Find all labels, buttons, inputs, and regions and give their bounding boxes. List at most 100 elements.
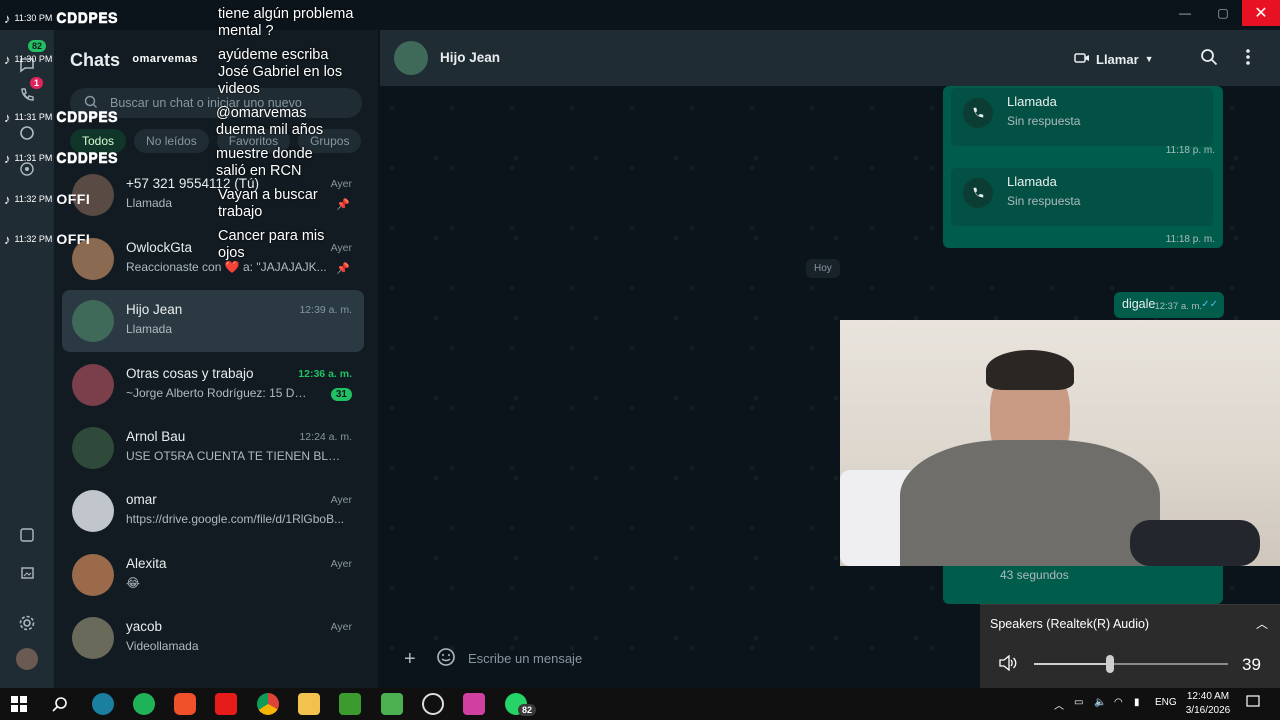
- call-button[interactable]: Llamar ▼: [1074, 46, 1172, 72]
- tiktok-row: ♪ 11:31 PM 𝐂𝐃𝐃𝐏𝐄𝐒: [4, 148, 118, 168]
- chat-name: omar: [126, 492, 157, 507]
- avatar: [72, 617, 114, 659]
- tiktok-icon: ♪: [4, 10, 11, 26]
- tiktok-icon: ♪: [4, 51, 11, 67]
- volume-slider[interactable]: [1034, 655, 1228, 673]
- chat-preview: Reaccionaste con ❤️ a: "JAJAJAJK...: [126, 260, 327, 274]
- message-input[interactable]: Escribe un mensaje: [448, 636, 988, 680]
- clock-time: 12:40 AM: [1186, 691, 1230, 702]
- chat-item-otras-cosas[interactable]: Otras cosas y trabajo 12:36 a. m. ~Jorge…: [62, 354, 364, 416]
- starred-icon[interactable]: [16, 524, 38, 546]
- chat-item-arnol-bau[interactable]: Arnol Bau 12:24 a. m. USE OT5RA CUENTA T…: [62, 417, 364, 479]
- chevron-up-icon[interactable]: ︿: [1256, 615, 1268, 632]
- brave-icon[interactable]: [174, 693, 196, 715]
- chat-time: Ayer: [330, 621, 352, 633]
- filter-unread[interactable]: No leídos: [134, 129, 209, 153]
- chat-item-yacob[interactable]: yacob Ayer Videollamada: [62, 607, 364, 669]
- chat-name: Alexita: [126, 556, 167, 571]
- video-camera-icon: [1074, 52, 1090, 67]
- chat-item-hijo-jean[interactable]: Hijo Jean 12:39 a. m. Llamada: [62, 290, 364, 352]
- backpack: [1130, 520, 1260, 566]
- nvidia-icon[interactable]: [339, 693, 361, 715]
- contact-avatar[interactable]: [394, 41, 428, 75]
- tiktok-time: 11:30 PM: [14, 54, 53, 64]
- tiktok-icon: ♪: [4, 191, 11, 207]
- calls-badge: 1: [30, 77, 44, 89]
- app-icon-pink[interactable]: [463, 693, 485, 715]
- tiktok-time: 11:32 PM: [14, 234, 53, 244]
- profile-avatar[interactable]: [16, 648, 38, 670]
- file-explorer-icon[interactable]: [298, 693, 320, 715]
- app-icon-red[interactable]: [215, 693, 237, 715]
- tray-chevron-icon[interactable]: ︿: [1054, 697, 1064, 712]
- tiktok-row: ♪ 11:30 PM 𝐂𝐃𝐃𝐏𝐄𝐒: [4, 8, 118, 28]
- volume-slider-thumb[interactable]: [1105, 655, 1114, 673]
- call-subtitle: Sin respuesta: [1007, 194, 1081, 208]
- tiktok-time: 11:32 PM: [14, 194, 53, 204]
- chat-preview: https://drive.google.com/file/d/1RlGboB.…: [126, 512, 345, 526]
- chrome-icon[interactable]: [257, 693, 279, 715]
- maximize-button[interactable]: ▢: [1204, 0, 1242, 26]
- settings-icon[interactable]: [16, 612, 38, 634]
- battery-icon[interactable]: ▭: [1074, 697, 1083, 708]
- search-icon[interactable]: [49, 693, 71, 715]
- menu-dots-icon[interactable]: [1246, 48, 1250, 71]
- call-message-bubble: Llamada Sin respuesta 11:18 p. m.: [943, 164, 1223, 248]
- app-icon-green[interactable]: [133, 693, 155, 715]
- tiktok-username: OFFI: [56, 231, 91, 247]
- android-icon[interactable]: [381, 693, 403, 715]
- chat-time: 12:39 a. m.: [299, 304, 352, 316]
- notifications-icon[interactable]: [1246, 695, 1260, 712]
- tiktok-comment: muestre donde salió en RCN: [216, 146, 313, 179]
- message-text: digale: [1122, 297, 1156, 311]
- avatar: [72, 364, 114, 406]
- chevron-down-icon: ▼: [1144, 54, 1154, 64]
- microphone-icon[interactable]: ▮: [1134, 697, 1140, 708]
- attach-plus-icon[interactable]: +: [404, 648, 416, 671]
- minimize-button[interactable]: —: [1166, 0, 1204, 26]
- tiktok-comment: ayúdeme escriba José Gabriel en los vide…: [218, 47, 343, 97]
- volume-value: 39: [1242, 655, 1261, 674]
- volume-flyout: Speakers (Realtek(R) Audio) ︿ 39: [980, 604, 1280, 688]
- video-call-feed[interactable]: [840, 320, 1280, 566]
- tiktok-row: ♪ 11:31 PM 𝐂𝐃𝐃𝐏𝐄𝐒: [4, 107, 118, 127]
- chat-time: Ayer: [330, 558, 352, 570]
- edge-icon[interactable]: [92, 693, 114, 715]
- search-icon[interactable]: [1200, 48, 1218, 71]
- tiktok-username: omarvemas: [132, 53, 199, 65]
- obs-icon[interactable]: [422, 693, 444, 715]
- language-indicator[interactable]: ENG: [1155, 697, 1177, 708]
- speaker-icon[interactable]: [998, 654, 1018, 676]
- tiktok-comment: @omarvemas duerma mil años: [216, 105, 324, 138]
- tiktok-icon: ♪: [4, 150, 11, 166]
- wifi-icon[interactable]: ◠: [1114, 697, 1123, 708]
- chat-preview: USE OT5RA CUENTA TE TIENEN BLO...: [126, 449, 346, 463]
- unread-badge: 31: [330, 388, 352, 401]
- text-message-bubble[interactable]: digale 12:37 a. m. ✓✓: [1114, 292, 1224, 318]
- windows-start-icon[interactable]: [8, 693, 30, 715]
- chat-name: Hijo Jean: [126, 302, 183, 317]
- avatar: [72, 490, 114, 532]
- avatar: [72, 554, 114, 596]
- close-button[interactable]: ✕: [1242, 0, 1280, 26]
- chat-preview: Llamada: [126, 322, 173, 336]
- call-card[interactable]: Llamada Sin respuesta: [951, 88, 1213, 146]
- chat-item-omar[interactable]: omar Ayer https://drive.google.com/file/…: [62, 480, 364, 542]
- avatar: [72, 300, 114, 342]
- tiktok-username: OFFI: [56, 191, 91, 207]
- volume-tray-icon[interactable]: 🔈: [1094, 697, 1106, 708]
- tiktok-comment: Vayan a buscar trabajo: [218, 187, 318, 220]
- clock-date: 3/16/2026: [1185, 705, 1231, 716]
- call-card[interactable]: Llamada Sin respuesta: [951, 168, 1213, 226]
- chat-item-alexita[interactable]: Alexita Ayer 😂: [62, 544, 364, 606]
- contact-name[interactable]: Hijo Jean: [440, 50, 500, 65]
- media-icon[interactable]: [16, 562, 38, 584]
- call-subtitle: Sin respuesta: [1007, 114, 1081, 128]
- tiktok-icon: ♪: [4, 109, 11, 125]
- taskbar-clock[interactable]: 12:40 AM 3/16/2026: [1178, 690, 1238, 718]
- message-time: 12:37 a. m.: [1154, 301, 1202, 312]
- call-title: Llamada: [1007, 94, 1057, 109]
- tiktok-row: ♪ 11:32 PM OFFI: [4, 189, 90, 209]
- audio-device-name[interactable]: Speakers (Realtek(R) Audio): [990, 617, 1149, 631]
- call-title: Llamada: [1007, 174, 1057, 189]
